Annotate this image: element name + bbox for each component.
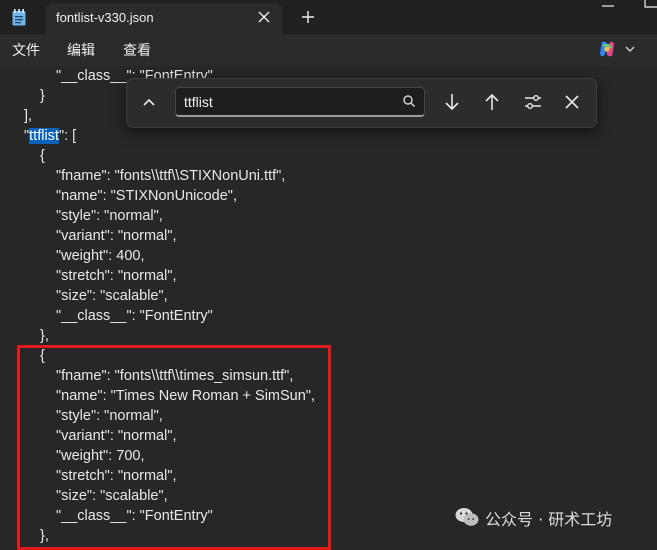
copilot-icon[interactable] bbox=[598, 40, 616, 58]
code-line: "fname": "fonts\\ttf\\STIXNonUni.ttf", bbox=[56, 168, 286, 184]
watermark-text: 公众号 · 研术工坊 bbox=[485, 510, 613, 529]
search-match-highlight: ttflist bbox=[29, 128, 59, 144]
code-line: "stretch": "normal", bbox=[56, 268, 177, 284]
menu-file[interactable]: 文件 bbox=[12, 40, 40, 60]
code-line: } bbox=[40, 88, 45, 104]
menu-edit[interactable]: 编辑 bbox=[67, 40, 95, 60]
wechat-logo-icon bbox=[455, 508, 479, 526]
minimize-icon[interactable] bbox=[600, 2, 616, 10]
new-tab-icon[interactable] bbox=[300, 9, 316, 25]
search-icon[interactable] bbox=[402, 94, 416, 108]
code-line: "size": "scalable", bbox=[56, 288, 168, 304]
code-line: { bbox=[40, 148, 45, 164]
code-line: "variant": "normal", bbox=[56, 228, 177, 244]
code-line: }, bbox=[40, 328, 49, 344]
code-text: ": [ bbox=[58, 128, 77, 144]
close-find-icon[interactable] bbox=[561, 91, 583, 113]
code-line: "name": "STIXNonUnicode", bbox=[56, 188, 237, 204]
code-line: "__class__": "FontEntry" bbox=[56, 308, 213, 324]
title-bar: fontlist-v330.json bbox=[0, 0, 657, 34]
tab-title: fontlist-v330.json bbox=[56, 10, 154, 25]
close-tab-icon[interactable] bbox=[256, 9, 272, 25]
find-input[interactable] bbox=[184, 92, 394, 112]
find-next-arrow-down-icon[interactable] bbox=[441, 91, 463, 113]
code-line: ], bbox=[24, 108, 33, 124]
find-previous-arrow-up-icon[interactable] bbox=[481, 91, 503, 113]
find-bar bbox=[126, 78, 597, 128]
code-line: "style": "normal", bbox=[56, 208, 163, 224]
tab-file[interactable]: fontlist-v330.json bbox=[46, 3, 282, 34]
maximize-icon[interactable] bbox=[644, 0, 657, 8]
chevron-down-icon[interactable] bbox=[624, 43, 636, 55]
collapse-chevron-up-icon[interactable] bbox=[138, 91, 160, 113]
find-search-box[interactable] bbox=[175, 87, 425, 117]
find-options-sliders-icon[interactable] bbox=[522, 91, 544, 113]
annotation-box bbox=[17, 345, 331, 550]
menu-view[interactable]: 查看 bbox=[123, 40, 151, 60]
code-line: "ttflist": [ bbox=[24, 126, 76, 146]
code-line: "weight": 400, bbox=[56, 248, 145, 264]
menu-bar: 文件 编辑 查看 bbox=[0, 34, 657, 66]
notepad-app-icon bbox=[12, 9, 26, 26]
